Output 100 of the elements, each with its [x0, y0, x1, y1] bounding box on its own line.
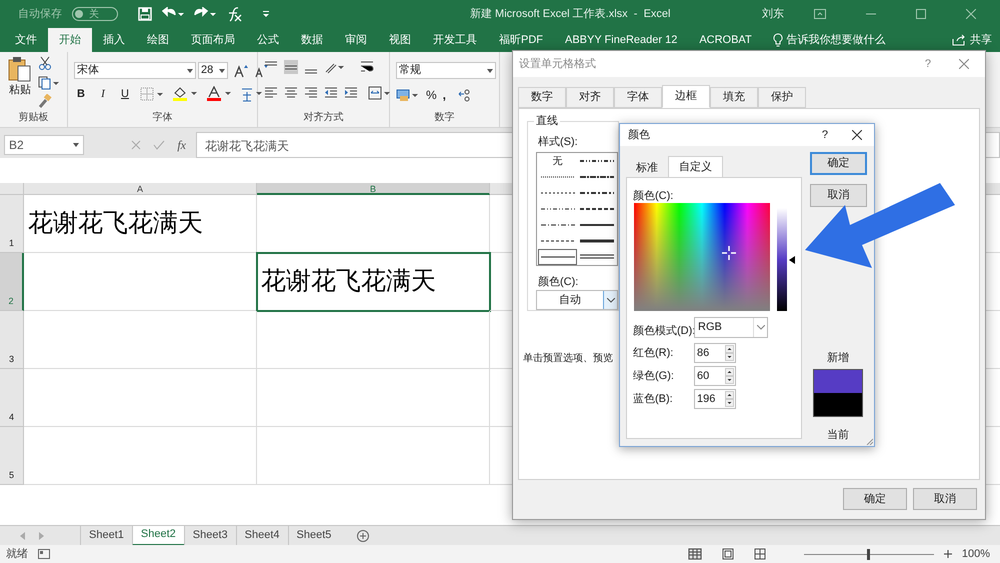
- comma-button[interactable]: ,: [442, 86, 446, 104]
- crosshair-icon[interactable]: [722, 246, 736, 260]
- spin-arrows-icon[interactable]: [725, 345, 734, 361]
- table-cell[interactable]: [257, 311, 490, 369]
- font-field[interactable]: 宋体: [74, 62, 196, 79]
- menu-tab[interactable]: 视图: [378, 28, 422, 52]
- line-style-option[interactable]: [538, 249, 577, 265]
- dialog-tab[interactable]: 字体: [614, 87, 662, 108]
- menu-tab[interactable]: 审阅: [334, 28, 378, 52]
- zoom-in-icon[interactable]: [944, 550, 952, 558]
- cancel-button[interactable]: 取消: [810, 184, 867, 207]
- menu-tab[interactable]: 插入: [92, 28, 136, 52]
- align-center-icon[interactable]: [284, 86, 298, 100]
- dropdown-arrow-icon[interactable]: [487, 68, 493, 72]
- ok-button[interactable]: 确定: [810, 152, 867, 175]
- help-button[interactable]: ?: [822, 126, 828, 144]
- format-painter-icon[interactable]: [38, 94, 52, 108]
- row-header[interactable]: 4: [0, 369, 24, 427]
- dialog-tab[interactable]: 对齐: [566, 87, 614, 108]
- share-icon[interactable]: [952, 34, 966, 46]
- line-style-list[interactable]: 无: [536, 152, 618, 266]
- sheet-tab[interactable]: Sheet2: [132, 526, 184, 546]
- font-size-field[interactable]: 28: [198, 62, 228, 79]
- align-middle-icon[interactable]: [284, 60, 298, 74]
- save-icon[interactable]: [138, 7, 152, 21]
- column-header[interactable]: B: [257, 183, 490, 195]
- percent-button[interactable]: %: [426, 86, 437, 104]
- color-spectrum[interactable]: [634, 203, 770, 311]
- number-spinner[interactable]: 60: [694, 366, 736, 386]
- zoom-slider-thumb[interactable]: [867, 548, 870, 560]
- menu-tab[interactable]: 数据: [290, 28, 334, 52]
- table-cell[interactable]: [257, 369, 490, 427]
- fill-color-icon[interactable]: [172, 86, 198, 102]
- menu-tab[interactable]: 福昕PDF: [488, 28, 554, 52]
- dialog-tab[interactable]: 边框: [662, 85, 710, 108]
- menu-tab[interactable]: 页面布局: [180, 28, 246, 52]
- dialog-tab[interactable]: 填充: [710, 87, 758, 108]
- close-icon[interactable]: [852, 130, 862, 140]
- align-right-icon[interactable]: [304, 86, 318, 100]
- maximize-icon[interactable]: [916, 9, 926, 19]
- luminance-slider-icon[interactable]: [789, 256, 795, 264]
- dialog-tab[interactable]: 自定义: [668, 156, 723, 178]
- tell-me-field[interactable]: 告诉我你想要做什么: [786, 32, 886, 48]
- accounting-format-icon[interactable]: [396, 88, 420, 102]
- underline-button[interactable]: U: [118, 86, 132, 102]
- cancel-button[interactable]: 取消: [913, 488, 977, 510]
- line-style-option[interactable]: 无: [538, 153, 577, 169]
- menu-tab[interactable]: 开发工具: [422, 28, 488, 52]
- ok-button[interactable]: 确定: [843, 488, 907, 510]
- menu-tab[interactable]: ACROBAT: [688, 28, 763, 52]
- font-color-icon[interactable]: [206, 86, 232, 102]
- table-cell[interactable]: [24, 369, 257, 427]
- share-label[interactable]: 共享: [970, 32, 992, 48]
- copy-icon[interactable]: [38, 76, 60, 90]
- table-cell[interactable]: [257, 427, 490, 485]
- color-mode-dropdown[interactable]: RGB: [694, 317, 768, 338]
- column-header[interactable]: A: [24, 183, 257, 195]
- row-header[interactable]: 2: [0, 253, 24, 311]
- dropdown-arrow-icon[interactable]: [219, 68, 225, 72]
- paste-icon[interactable]: [8, 56, 32, 82]
- menu-tab[interactable]: ABBYY FineReader 12: [554, 28, 688, 52]
- number-format-field[interactable]: 常规: [396, 62, 496, 79]
- menu-tab[interactable]: 文件: [4, 28, 48, 52]
- name-box[interactable]: B2: [4, 135, 84, 155]
- page-break-icon[interactable]: [754, 548, 766, 560]
- row-header[interactable]: 3: [0, 311, 24, 369]
- ribbon-display-icon[interactable]: [814, 9, 826, 19]
- dialog-tab[interactable]: 保护: [758, 87, 806, 108]
- table-cell[interactable]: [24, 427, 257, 485]
- bold-button[interactable]: B: [74, 86, 88, 102]
- increase-decimal-icon[interactable]: [458, 88, 472, 102]
- page-layout-icon[interactable]: [722, 548, 734, 560]
- merge-center-icon[interactable]: [368, 86, 392, 100]
- number-spinner[interactable]: 86: [694, 343, 736, 363]
- spin-arrows-icon[interactable]: [725, 391, 734, 407]
- scissors-icon[interactable]: [38, 56, 52, 70]
- macro-record-icon[interactable]: [38, 549, 50, 559]
- function-icon[interactable]: [226, 6, 244, 22]
- normal-view-icon[interactable]: [688, 548, 702, 560]
- align-left-icon[interactable]: [264, 86, 278, 100]
- spin-arrows-icon[interactable]: [725, 368, 734, 384]
- menu-tab[interactable]: 公式: [246, 28, 290, 52]
- increase-indent-icon[interactable]: [344, 86, 358, 100]
- row-header[interactable]: 1: [0, 195, 24, 253]
- dialog-tab[interactable]: 标准: [626, 158, 668, 178]
- lightbulb-icon[interactable]: [772, 33, 783, 47]
- decrease-indent-icon[interactable]: [324, 86, 338, 100]
- paste-button[interactable]: 粘贴: [9, 82, 31, 98]
- shrink-font-icon[interactable]: [254, 64, 268, 78]
- insert-function-button[interactable]: fx: [177, 136, 186, 154]
- dialog-tab[interactable]: 数字: [518, 87, 566, 108]
- number-spinner[interactable]: 196: [694, 389, 736, 409]
- add-sheet-icon[interactable]: [357, 530, 370, 542]
- phonetic-icon[interactable]: [240, 86, 264, 102]
- menu-tab[interactable]: 绘图: [136, 28, 180, 52]
- borders-icon[interactable]: [140, 87, 164, 102]
- italic-button[interactable]: I: [96, 86, 110, 102]
- resize-grip-icon[interactable]: [865, 437, 873, 445]
- zoom-level[interactable]: 100%: [962, 546, 990, 562]
- table-cell[interactable]: [24, 311, 257, 369]
